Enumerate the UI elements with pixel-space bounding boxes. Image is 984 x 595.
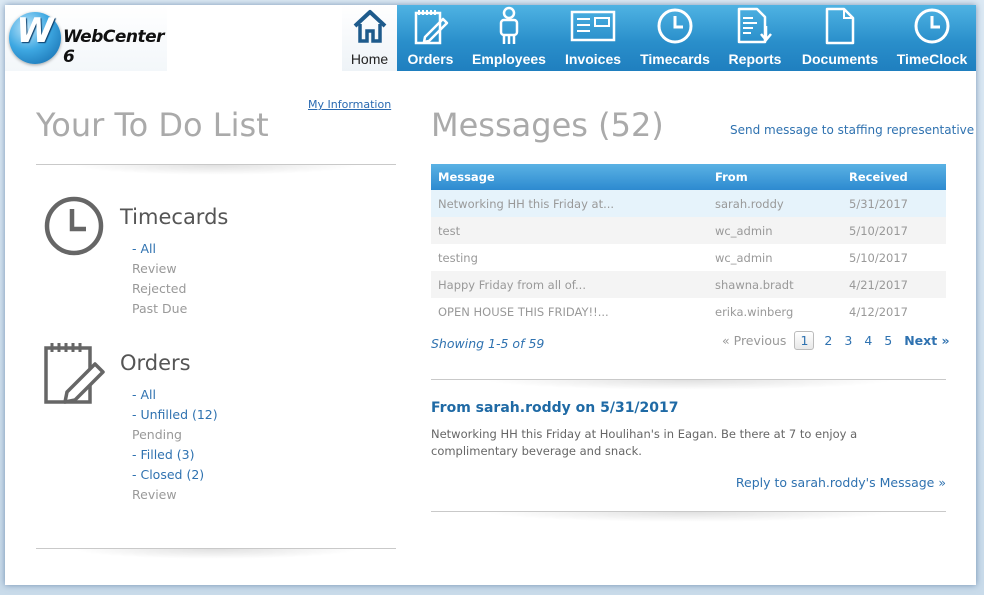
nav-employees[interactable]: Employees: [464, 5, 554, 71]
from-cell: wc_admin: [708, 217, 842, 244]
received-cell: 5/10/2017: [842, 217, 946, 244]
todo-title: Your To Do List: [36, 106, 269, 144]
divider: [431, 379, 946, 395]
timecards-links: - All Review Rejected Past Due: [132, 239, 187, 319]
divider: [36, 548, 396, 564]
received-cell: 4/21/2017: [842, 271, 946, 298]
orders-pending-item: Pending: [132, 427, 182, 442]
next-page-link[interactable]: Next »: [904, 333, 949, 348]
page-2-link[interactable]: 2: [824, 333, 832, 348]
nav-timecards[interactable]: Timecards: [632, 5, 718, 71]
nav-orders[interactable]: Orders: [397, 5, 464, 71]
column-header-received[interactable]: Received: [842, 164, 946, 190]
orders-review-item: Review: [132, 487, 177, 502]
notepad-pencil-icon: [413, 6, 449, 46]
message-detail-body: Networking HH this Friday at Houlihan's …: [431, 427, 858, 458]
showing-count: Showing 1-5 of 59: [431, 336, 545, 351]
nav-label: Timecards: [640, 51, 710, 67]
table-row[interactable]: Networking HH this Friday at... sarah.ro…: [431, 190, 946, 217]
table-row[interactable]: OPEN HOUSE THIS FRIDAY!!... erika.winber…: [431, 298, 946, 325]
nav-invoices[interactable]: Invoices: [554, 5, 632, 71]
logo-letter: W: [16, 11, 54, 51]
from-cell: erika.winberg: [708, 298, 842, 325]
home-icon: [351, 6, 389, 46]
divider: [431, 511, 946, 527]
nav-label: Employees: [472, 51, 546, 67]
nav-label: Orders: [407, 51, 454, 67]
nav-label: Home: [350, 51, 389, 67]
document-icon: [823, 6, 857, 46]
send-message-link[interactable]: Send message to staffing representative: [730, 123, 974, 137]
logo[interactable]: W WebCenter 6: [5, 5, 167, 71]
nav-label: Invoices: [564, 51, 622, 67]
received-cell: 4/12/2017: [842, 298, 946, 325]
nav-reports[interactable]: Reports: [718, 5, 792, 71]
nav-label: Reports: [728, 51, 782, 67]
page-5-link[interactable]: 5: [884, 333, 892, 348]
message-cell: test: [431, 217, 708, 244]
my-information-link[interactable]: My Information: [308, 98, 391, 111]
report-download-icon: [735, 6, 775, 46]
brand-name: WebCenter 6: [63, 27, 165, 67]
page-1-button[interactable]: 1: [794, 331, 815, 350]
timecards-review-item: Review: [132, 261, 177, 276]
clock-icon: [656, 6, 694, 46]
from-cell: shawna.bradt: [708, 271, 842, 298]
column-header-message[interactable]: Message: [431, 164, 708, 190]
message-cell: testing: [431, 244, 708, 271]
nav-label: Documents: [801, 51, 879, 67]
nav-documents[interactable]: Documents: [792, 5, 888, 71]
orders-links: - All - Unfilled (12) Pending - Filled (…: [132, 385, 218, 505]
previous-page-link[interactable]: « Previous: [722, 333, 786, 348]
main-nav: Home Orders Employees Invoices Timecards…: [342, 5, 976, 71]
notepad-pencil-icon: [43, 340, 109, 410]
page-3-link[interactable]: 3: [844, 333, 852, 348]
nav-timeclock[interactable]: TimeClock: [888, 5, 976, 71]
orders-closed-link[interactable]: - Closed (2): [132, 465, 218, 485]
received-cell: 5/31/2017: [842, 190, 946, 217]
from-cell: sarah.roddy: [708, 190, 842, 217]
person-icon: [494, 6, 524, 46]
message-detail-heading: From sarah.roddy on 5/31/2017: [431, 400, 679, 416]
app-frame: W WebCenter 6 Home Orders Employees Invo…: [5, 5, 976, 585]
table-row[interactable]: Happy Friday from all of... shawna.bradt…: [431, 271, 946, 298]
clock-icon: [913, 6, 951, 46]
invoice-icon: [570, 6, 616, 46]
timecards-section-title: Timecards: [120, 205, 229, 229]
message-cell: OPEN HOUSE THIS FRIDAY!!...: [431, 298, 708, 325]
messages-table: Message From Received Networking HH this…: [431, 164, 946, 325]
timecards-rejected-item: Rejected: [132, 281, 187, 296]
nav-label: TimeClock: [896, 51, 968, 67]
timecards-all-link[interactable]: - All: [132, 239, 187, 259]
top-nav-bar: W WebCenter 6 Home Orders Employees Invo…: [5, 5, 976, 71]
pagination: « Previous 1 2 3 4 5 Next »: [722, 331, 950, 350]
orders-filled-link[interactable]: - Filled (3): [132, 445, 218, 465]
nav-home[interactable]: Home: [342, 5, 397, 71]
divider: [36, 164, 396, 180]
message-cell: Networking HH this Friday at...: [431, 190, 708, 217]
table-row[interactable]: test wc_admin 5/10/2017: [431, 217, 946, 244]
orders-unfilled-link[interactable]: - Unfilled (12): [132, 405, 218, 425]
nav-spacer: [167, 5, 342, 71]
from-cell: wc_admin: [708, 244, 842, 271]
table-header-row: Message From Received: [431, 164, 946, 190]
column-header-from[interactable]: From: [708, 164, 842, 190]
received-cell: 5/10/2017: [842, 244, 946, 271]
message-cell: Happy Friday from all of...: [431, 271, 708, 298]
reply-link[interactable]: Reply to sarah.roddy's Message »: [736, 475, 946, 490]
timecards-past-due-item: Past Due: [132, 301, 188, 316]
page-4-link[interactable]: 4: [864, 333, 872, 348]
orders-section-title: Orders: [120, 351, 191, 375]
orders-all-link[interactable]: - All: [132, 385, 218, 405]
clock-icon: [43, 195, 105, 261]
messages-title: Messages (52): [431, 106, 664, 144]
table-row[interactable]: testing wc_admin 5/10/2017: [431, 244, 946, 271]
